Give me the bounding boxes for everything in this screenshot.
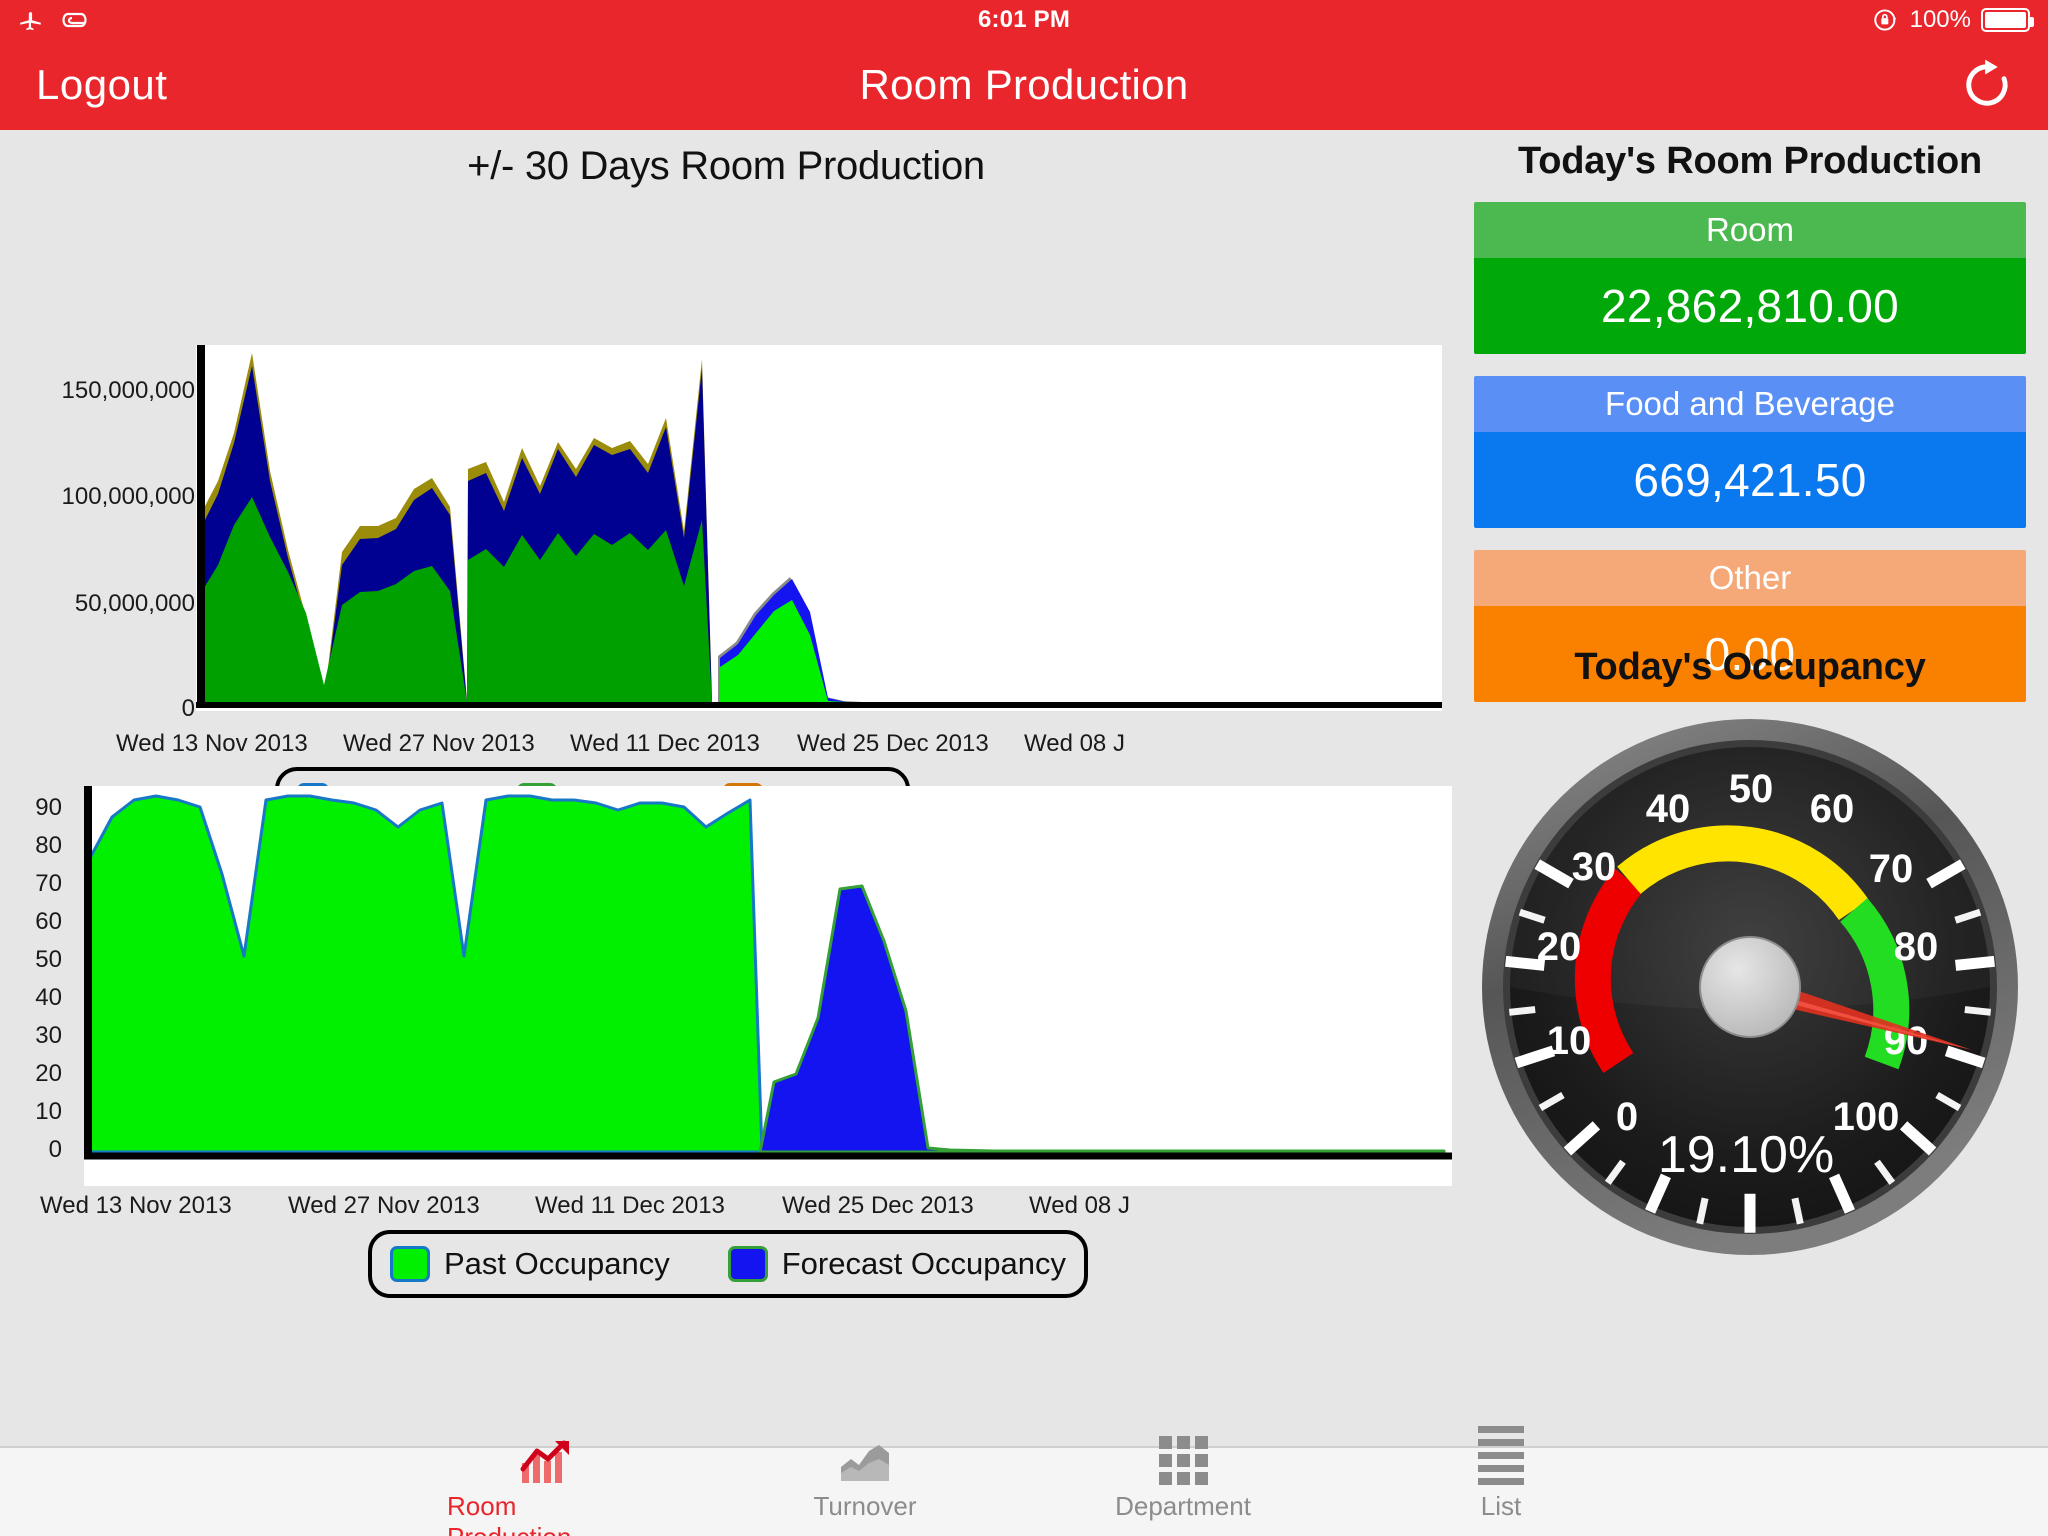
production-plot: [196, 345, 1442, 711]
battery-percent-label: 100%: [1909, 6, 1971, 33]
kpi-card-room[interactable]: Room 22,862,810.00: [1474, 202, 2026, 354]
legend-item-past-occupancy[interactable]: Past Occupancy: [390, 1246, 728, 1282]
content-area: +/- 30 Days Room Production 150,000,000 …: [0, 130, 2048, 1446]
occupancy-x-label-2: Wed 11 Dec 2013: [535, 1192, 725, 1219]
occupancy-y-label-7: 20: [35, 1060, 62, 1087]
tab-label-list: List: [1480, 1491, 1522, 1521]
occupancy-x-label-3: Wed 25 Dec 2013: [782, 1192, 974, 1219]
legend-label-past-occupancy: Past Occupancy: [444, 1246, 670, 1281]
tab-label-turnover: Turnover: [813, 1491, 917, 1521]
today-production-heading: Today's Room Production: [1518, 140, 1982, 182]
gauge-tick-30: 30: [1572, 845, 1617, 889]
gauge-tick-60: 60: [1810, 787, 1855, 831]
summary-column: Today's Room Production Room 22,862,810.…: [1452, 130, 2048, 1446]
production-x-label-0: Wed 13 Nov 2013: [116, 730, 308, 757]
occupancy-x-label-0: Wed 13 Nov 2013: [40, 1192, 232, 1219]
legend-item-forecast-occupancy[interactable]: Forecast Occupancy: [727, 1246, 1066, 1282]
occupancy-y-label-0: 90: [35, 794, 62, 821]
area-chart-icon: [839, 1437, 891, 1485]
kpi-card-food-and-beverage-title: Food and Beverage: [1474, 376, 2026, 432]
list-icon: [1478, 1426, 1524, 1485]
kpi-card-food-and-beverage[interactable]: Food and Beverage 669,421.50: [1474, 376, 2026, 528]
gauge-value-label: 19.10%: [1658, 1126, 1834, 1184]
kpi-card-other-title: Other: [1474, 550, 2026, 606]
production-y-label-3: 0: [181, 695, 195, 722]
gauge-tick-20: 20: [1537, 925, 1582, 969]
kpi-card-room-value: 22,862,810.00: [1474, 258, 2026, 354]
tab-department[interactable]: Department: [1083, 1431, 1283, 1522]
gauge-tick-40: 40: [1646, 787, 1691, 831]
battery-full-icon: [1981, 8, 2034, 32]
legend-label-forecast-occupancy: Forecast Occupancy: [781, 1246, 1066, 1281]
occupancy-y-label-4: 50: [35, 946, 62, 973]
gauge-tick-70: 70: [1869, 847, 1914, 891]
tab-room-production[interactable]: Room Production: [447, 1431, 647, 1536]
gauge-tick-50: 50: [1729, 767, 1774, 811]
gauge-tick-10: 10: [1547, 1019, 1592, 1063]
tab-turnover[interactable]: Turnover: [765, 1431, 965, 1522]
room-occupancy-chart-panel: +/- 30 Days Room Occupancy (%) 90 80 70 …: [0, 786, 1452, 1446]
chart-growth-icon: [519, 1437, 575, 1485]
occupancy-x-label-4: Wed 08 J: [1029, 1192, 1130, 1219]
legend-swatch-past-occupancy: [390, 1246, 430, 1282]
kpi-card-food-and-beverage-value: 669,421.50: [1474, 432, 2026, 528]
tab-label-department: Department: [1115, 1491, 1251, 1521]
production-y-label-1: 100,000,000: [61, 483, 195, 510]
occupancy-y-label-3: 60: [35, 908, 62, 935]
production-y-label-2: 50,000,000: [74, 590, 195, 617]
production-y-label-0: 150,000,000: [61, 377, 195, 404]
status-bar: 6:01 PM 100%: [0, 0, 2048, 40]
occupancy-y-label-8: 10: [35, 1098, 62, 1125]
occupancy-plot: [84, 786, 1452, 1186]
occupancy-x-label-1: Wed 27 Nov 2013: [288, 1192, 480, 1219]
production-x-label-4: Wed 08 J: [1024, 730, 1125, 757]
gauge-tick-80: 80: [1894, 925, 1939, 969]
production-x-label-1: Wed 27 Nov 2013: [343, 730, 535, 757]
occupancy-chart-legend: Past Occupancy Forecast Occupancy: [368, 1230, 1088, 1298]
room-production-chart-panel: +/- 30 Days Room Production 150,000,000 …: [0, 130, 1452, 877]
charts-column: +/- 30 Days Room Production 150,000,000 …: [0, 130, 1452, 1446]
rotation-lock-icon: [1872, 6, 1900, 34]
page-title: Room Production: [859, 61, 1189, 108]
grid-icon: [1158, 1436, 1208, 1485]
legend-row-occupancy: Past Occupancy Forecast Occupancy: [390, 1246, 1066, 1282]
refresh-icon[interactable]: [1956, 54, 2018, 116]
tab-list: Room Production Turnover: [447, 1426, 1601, 1536]
occupancy-y-label-6: 30: [35, 1022, 62, 1049]
production-chart-title: +/- 30 Days Room Production: [467, 144, 985, 188]
occupancy-gauge: 0 10 20 30 40 50 60 70 80 90 100 19.10%: [1474, 702, 2026, 1277]
gauge-tick-100: 100: [1833, 1095, 1900, 1139]
status-bar-time: 6:01 PM: [977, 6, 1071, 33]
status-bar-right: 100%: [1872, 6, 2034, 34]
tab-bar: Room Production Turnover: [0, 1426, 2048, 1536]
tab-list[interactable]: List: [1401, 1426, 1601, 1522]
legend-swatch-forecast-occupancy: [727, 1246, 768, 1282]
occupancy-y-label-5: 40: [35, 984, 62, 1011]
occupancy-y-label-2: 70: [35, 870, 62, 897]
occupancy-y-label-1: 80: [35, 832, 62, 859]
tab-label-room-production: Room Production: [447, 1491, 571, 1536]
production-x-label-2: Wed 11 Dec 2013: [570, 730, 760, 757]
production-x-label-3: Wed 25 Dec 2013: [797, 730, 989, 757]
gauge-tick-0: 0: [1616, 1095, 1638, 1139]
app-root: 6:01 PM 100% Logout Room Production +/- …: [0, 0, 2048, 1536]
today-occupancy-heading: Today's Occupancy: [1574, 646, 1926, 688]
nav-bar: Logout Room Production: [0, 40, 2048, 130]
kpi-card-room-title: Room: [1474, 202, 2026, 258]
occupancy-y-label-9: 0: [48, 1136, 62, 1163]
